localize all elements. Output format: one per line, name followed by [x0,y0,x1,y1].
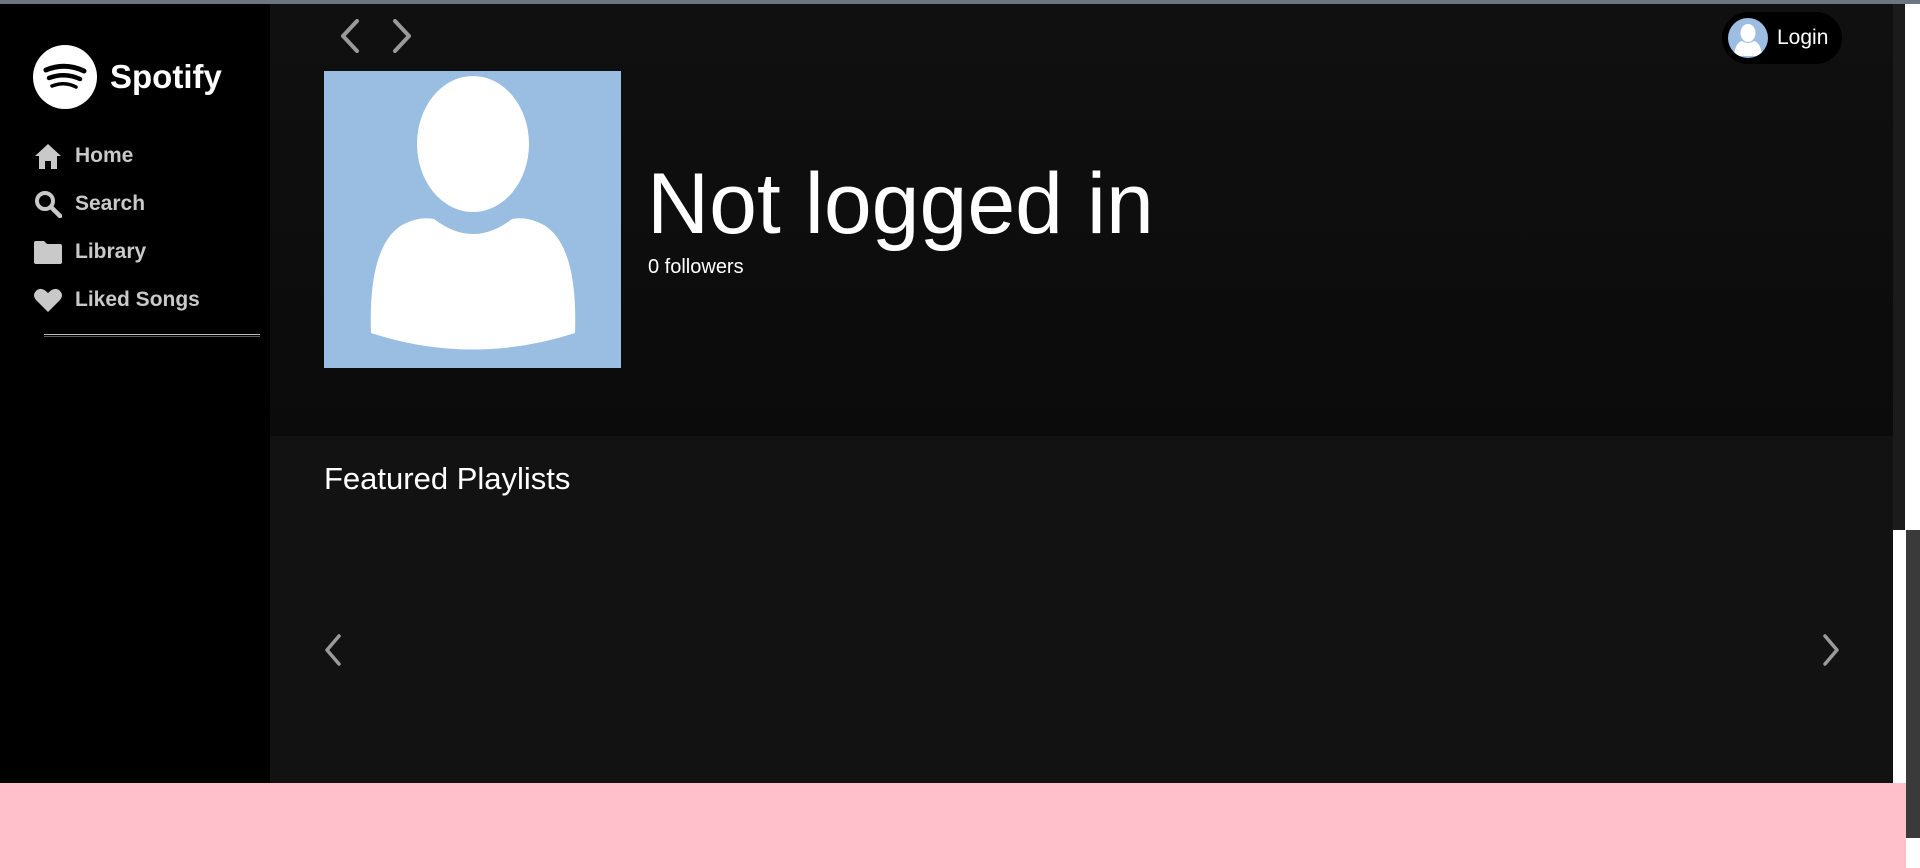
history-nav [332,16,420,56]
profile-name: Not logged in [647,156,1154,252]
sidebar-item-home[interactable]: Home [33,132,200,180]
search-icon [33,189,63,219]
chevron-right-icon [393,19,411,53]
spotify-logo-icon [33,45,97,109]
sidebar-item-label: Search [75,192,146,215]
player-bar [0,783,1906,868]
login-button[interactable]: Login [1722,12,1842,64]
heart-icon [33,285,63,315]
sidebar-item-liked-songs[interactable]: Liked Songs [33,276,200,324]
sidebar-item-label: Home [75,144,134,167]
followers-count: 0 followers [648,256,744,278]
brand[interactable]: Spotify [33,45,222,109]
back-button[interactable] [332,16,368,56]
sidebar-item-library[interactable]: Library [33,228,200,276]
page-scrollbar[interactable] [1906,530,1920,838]
main-content: Login Not logged in 0 followers Featured… [270,4,1893,783]
featured-playlists-title: Featured Playlists [324,461,571,496]
default-user-icon [324,71,621,368]
chevron-left-icon [325,634,341,666]
user-avatar-icon [1728,18,1768,58]
carousel-prev-button[interactable] [318,628,348,672]
home-icon [33,141,63,171]
sidebar-item-search[interactable]: Search [33,180,200,228]
sidebar-item-label: Liked Songs [75,288,200,311]
sidebar: Spotify Home Search Library Liked Songs [0,4,270,783]
main-scrollbar[interactable] [1893,4,1905,530]
sidebar-divider [44,334,260,337]
chevron-right-icon [1823,634,1839,666]
brand-name: Spotify [110,58,222,95]
forward-button[interactable] [384,16,420,56]
folder-icon [33,237,63,267]
profile-header: Login Not logged in 0 followers [270,4,1893,436]
sidebar-item-label: Library [75,240,147,263]
login-label: Login [1777,26,1829,49]
chevron-left-icon [341,19,359,53]
sidebar-nav: Home Search Library Liked Songs [33,132,200,324]
carousel-next-button[interactable] [1816,628,1846,672]
